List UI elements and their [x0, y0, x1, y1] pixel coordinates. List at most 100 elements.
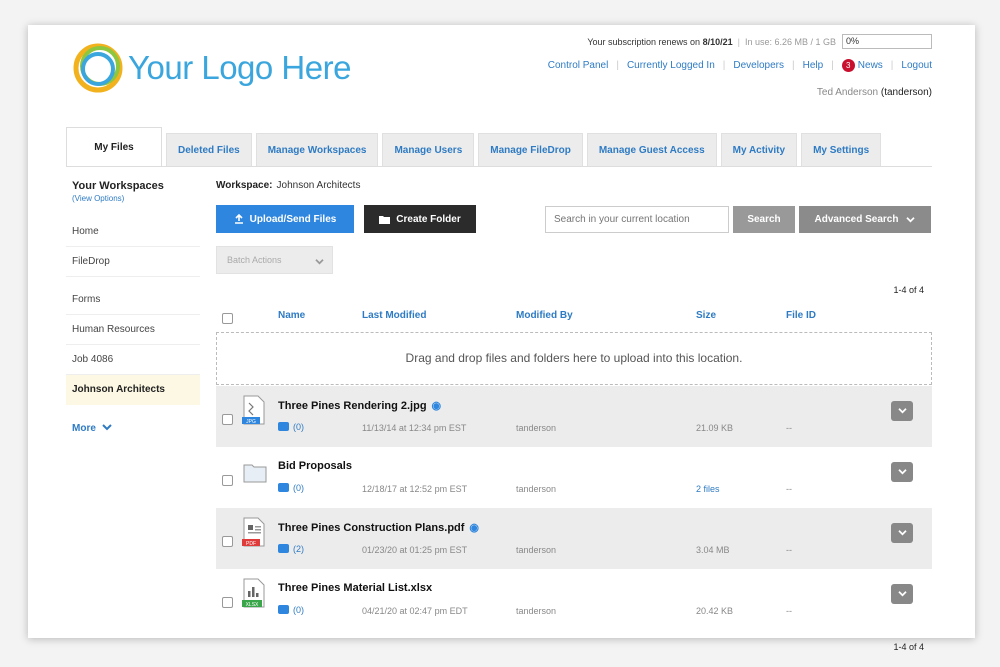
more-workspaces-link[interactable]: More	[72, 423, 194, 434]
tab-manage-workspaces[interactable]: Manage Workspaces	[255, 133, 379, 167]
folder-file-count[interactable]: 2 files	[696, 484, 720, 494]
chevron-down-icon	[315, 259, 324, 265]
comment-icon	[278, 544, 289, 553]
chevron-down-icon	[906, 217, 916, 223]
folder-icon	[379, 215, 391, 224]
app-window: Your Logo Here Your subscription renews …	[28, 25, 975, 652]
file-browser: Workspace: Johnson Architects Upload/Send…	[216, 180, 932, 652]
sidebar-item-job-4086[interactable]: Job 4086	[66, 345, 200, 375]
row-checkbox[interactable]	[222, 536, 233, 547]
sidebar-item-human-resources[interactable]: Human Resources	[66, 315, 200, 345]
table-row[interactable]: JPG Three Pines Rendering 2.jpg ◉ (0) 11/…	[216, 386, 932, 447]
row-actions-chevron-icon[interactable]	[891, 584, 913, 604]
news-link[interactable]: 3 News	[841, 59, 883, 72]
storage-in-use: In use: 6.26 MB / 1 GB	[744, 36, 836, 47]
comment-icon	[278, 483, 289, 492]
search-input[interactable]	[545, 206, 729, 233]
svg-text:JPG: JPG	[246, 419, 256, 425]
file-id: --	[786, 545, 792, 555]
comments-link[interactable]: (0)	[278, 422, 304, 432]
column-last-modified[interactable]: Last Modified	[362, 310, 426, 321]
tab-manage-users[interactable]: Manage Users	[382, 133, 475, 167]
view-options-link[interactable]: (View Options)	[72, 194, 200, 203]
tab-deleted-files[interactable]: Deleted Files	[166, 133, 252, 167]
tab-manage-filedrop[interactable]: Manage FileDrop	[478, 133, 583, 167]
svg-text:XLSX: XLSX	[246, 602, 259, 608]
preview-eye-icon[interactable]: ◉	[469, 522, 479, 534]
logout-link[interactable]: Logout	[901, 60, 932, 71]
file-size: 3.04 MB	[696, 545, 730, 555]
tab-my-files[interactable]: My Files	[66, 127, 162, 167]
control-panel-link[interactable]: Control Panel	[548, 60, 609, 71]
user-login: (tanderson)	[880, 87, 932, 98]
workspace-name: Johnson Architects	[276, 180, 361, 191]
header-links: Control Panel | Currently Logged In | De…	[547, 59, 932, 72]
workspace-list: Home FileDrop Forms Human Resources Job …	[66, 217, 200, 405]
developers-link[interactable]: Developers	[733, 60, 784, 71]
preview-eye-icon[interactable]: ◉	[432, 400, 442, 412]
batch-actions-dropdown[interactable]: Batch Actions	[216, 246, 333, 274]
file-name[interactable]: Bid Proposals	[278, 460, 352, 472]
table-row[interactable]: Bid Proposals (0) 12/18/17 at 12:52 pm E…	[216, 447, 932, 508]
file-name[interactable]: Three Pines Rendering 2.jpg ◉	[278, 399, 441, 412]
modified-by: tanderson	[516, 423, 557, 433]
file-name[interactable]: Three Pines Material List.xlsx	[278, 582, 432, 594]
renew-text: Your subscription renews on 8/10/21	[587, 36, 733, 47]
sidebar-item-johnson-architects[interactable]: Johnson Architects	[66, 375, 200, 405]
comments-link[interactable]: (2)	[278, 544, 304, 554]
modified-by: tanderson	[516, 606, 557, 616]
logo-rings-icon	[73, 43, 123, 93]
modified-date: 12/18/17 at 12:52 pm EST	[362, 484, 468, 494]
table-header: Name Last Modified Modified By Size File…	[216, 308, 932, 326]
column-file-id[interactable]: File ID	[786, 310, 816, 321]
help-link[interactable]: Help	[803, 60, 824, 71]
comments-link[interactable]: (0)	[278, 605, 304, 615]
sidebar-item-forms[interactable]: Forms	[66, 285, 200, 315]
upload-dropzone[interactable]: Drag and drop files and folders here to …	[216, 332, 932, 385]
result-count-top: 1-4 of 4	[893, 285, 924, 295]
upload-send-files-button[interactable]: Upload/Send Files	[216, 205, 354, 233]
row-checkbox[interactable]	[222, 475, 233, 486]
sidebar-item-home[interactable]: Home	[66, 217, 200, 247]
upload-icon	[234, 214, 243, 224]
row-actions-chevron-icon[interactable]	[891, 401, 913, 421]
main-tabs: My Files Deleted Files Manage Workspaces…	[66, 127, 885, 167]
modified-date: 11/13/14 at 12:34 pm EST	[362, 423, 467, 433]
folder-icon	[243, 464, 267, 483]
file-size: 20.42 KB	[696, 606, 734, 616]
pdf-file-icon: PDF	[242, 517, 265, 547]
create-folder-button[interactable]: Create Folder	[364, 205, 476, 233]
tab-manage-guest-access[interactable]: Manage Guest Access	[586, 133, 717, 167]
modified-date: 01/23/20 at 01:25 pm EST	[362, 545, 468, 555]
file-id: --	[786, 606, 792, 616]
tab-my-settings[interactable]: My Settings	[801, 133, 882, 167]
sidebar-title: Your Workspaces	[72, 180, 164, 192]
file-name[interactable]: Three Pines Construction Plans.pdf ◉	[278, 521, 479, 534]
select-all-checkbox[interactable]	[222, 313, 233, 324]
comments-link[interactable]: (0)	[278, 483, 304, 493]
column-modified-by[interactable]: Modified By	[516, 310, 573, 321]
table-row[interactable]: PDF Three Pines Construction Plans.pdf ◉ …	[216, 508, 932, 569]
column-name[interactable]: Name	[278, 310, 305, 321]
row-checkbox[interactable]	[222, 597, 233, 608]
user-full-name: Ted Anderson	[816, 87, 879, 98]
sidebar-item-filedrop[interactable]: FileDrop	[66, 247, 200, 277]
svg-text:PDF: PDF	[246, 541, 256, 547]
tab-divider	[66, 166, 932, 167]
tab-my-activity[interactable]: My Activity	[720, 133, 798, 167]
table-row[interactable]: XLSX Three Pines Material List.xlsx (0) …	[216, 569, 932, 630]
modified-by: tanderson	[516, 545, 557, 555]
row-actions-chevron-icon[interactable]	[891, 462, 913, 482]
subscription-info: Your subscription renews on 8/10/21 | In…	[587, 34, 932, 49]
comment-icon	[278, 422, 289, 431]
search-button[interactable]: Search	[733, 206, 795, 233]
logo[interactable]: Your Logo Here	[72, 42, 351, 94]
column-size[interactable]: Size	[696, 310, 716, 321]
file-id: --	[786, 484, 792, 494]
advanced-search-button[interactable]: Advanced Search	[799, 206, 931, 233]
row-actions-chevron-icon[interactable]	[891, 523, 913, 543]
row-checkbox[interactable]	[222, 414, 233, 425]
storage-usage-bar: 0%	[842, 34, 932, 49]
currently-logged-in-link[interactable]: Currently Logged In	[627, 60, 715, 71]
news-count-badge: 3	[841, 59, 855, 72]
